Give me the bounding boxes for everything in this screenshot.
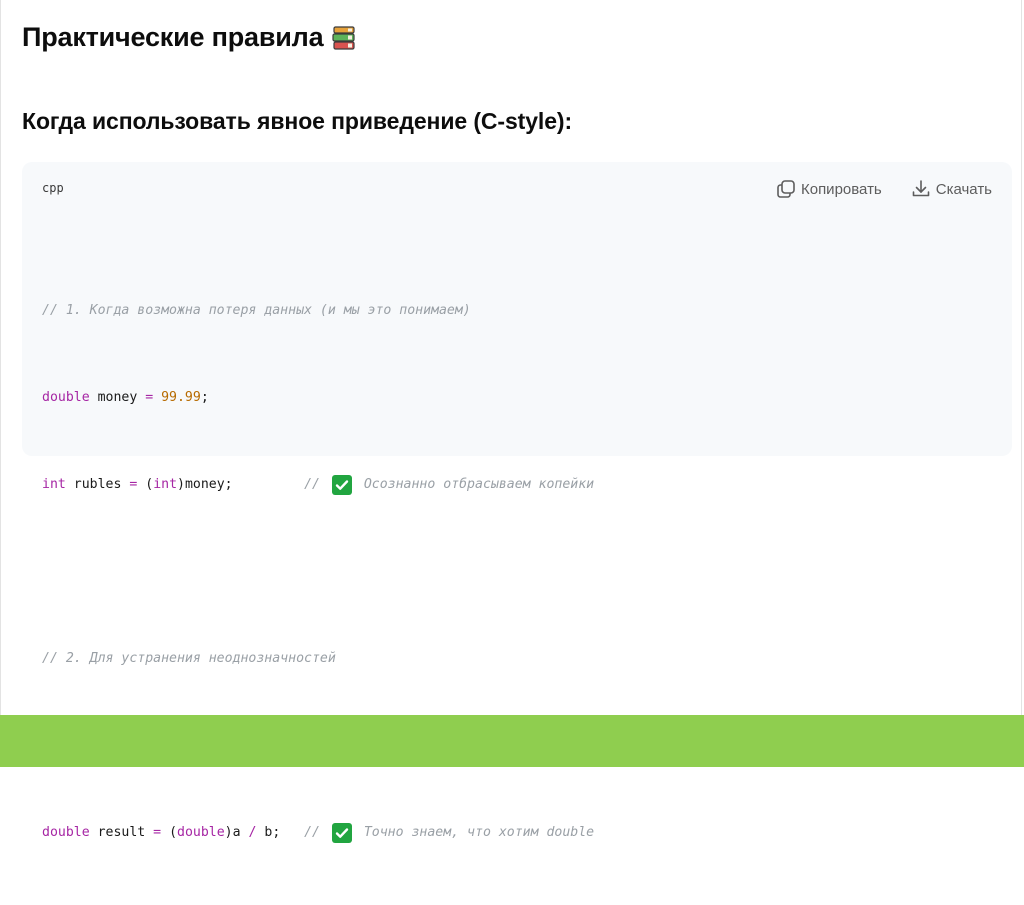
download-icon <box>910 178 932 200</box>
code-cast-type: double <box>177 825 225 840</box>
code-rest: )a <box>224 825 249 840</box>
code-comment: Осознанно отбрасываем копейки <box>355 477 595 492</box>
books-icon <box>331 25 357 51</box>
code-comment: // 2. Для устранения неоднозначностей <box>42 651 336 666</box>
code-actions: Копировать Скачать <box>775 178 992 200</box>
download-label: Скачать <box>935 180 992 198</box>
code-line-7: double result = (double)a / b; // Точно … <box>42 818 992 847</box>
section-heading: Практические правила <box>22 22 357 53</box>
code-operator: = <box>145 390 154 405</box>
copy-icon <box>775 178 797 200</box>
check-mark-button-icon <box>331 474 352 495</box>
code-line-5: // 2. Для устранения неоднозначностей <box>42 644 992 673</box>
copy-label: Копировать <box>800 180 882 198</box>
code-identifier: rubles <box>65 477 130 492</box>
code-block: cpp Копировать Скачать // 1. Когда возмо… <box>22 162 1012 843</box>
code-comment: Точно знаем, что хотим double <box>355 825 595 840</box>
code-comment: // 1. Когда возможна потеря данных (и мы… <box>42 303 471 318</box>
check-mark-button-icon <box>331 822 352 843</box>
code-operator: = <box>129 477 138 492</box>
code-comment-prefix: // <box>304 825 328 840</box>
code-operator: = <box>153 825 162 840</box>
code-punctuation: ; <box>200 390 209 405</box>
code-cast-type: int <box>153 477 178 492</box>
code-content: // 1. Когда возможна потеря данных (и мы… <box>42 238 992 905</box>
code-paren: ( <box>137 477 154 492</box>
code-keyword: int <box>42 477 66 492</box>
subsection-heading: Когда использовать явное приведение (C-s… <box>22 108 573 134</box>
code-line-2: double money = 99.99; <box>42 383 992 412</box>
code-language-label: cpp <box>42 181 64 195</box>
code-line-3: int rubles = (int)money; // Осознанно от… <box>42 470 992 499</box>
code-number: 99.99 <box>153 390 201 405</box>
code-line-4-blank <box>42 557 992 586</box>
code-line-1: // 1. Когда возможна потеря данных (и мы… <box>42 296 992 325</box>
code-operator: / <box>248 825 257 840</box>
code-identifier: money <box>89 390 146 405</box>
code-rest: )money; <box>177 477 305 492</box>
code-identifier: result <box>89 825 154 840</box>
section-heading-text: Практические правила <box>22 22 324 52</box>
code-keyword: double <box>42 390 90 405</box>
code-comment-prefix: // <box>304 477 328 492</box>
code-rest: b; <box>256 825 305 840</box>
footer-bar <box>0 715 1024 767</box>
code-paren: ( <box>161 825 178 840</box>
download-button[interactable]: Скачать <box>910 178 992 200</box>
code-header: cpp Копировать Скачать <box>22 162 1012 214</box>
copy-button[interactable]: Копировать <box>775 178 882 200</box>
code-keyword: double <box>42 825 90 840</box>
